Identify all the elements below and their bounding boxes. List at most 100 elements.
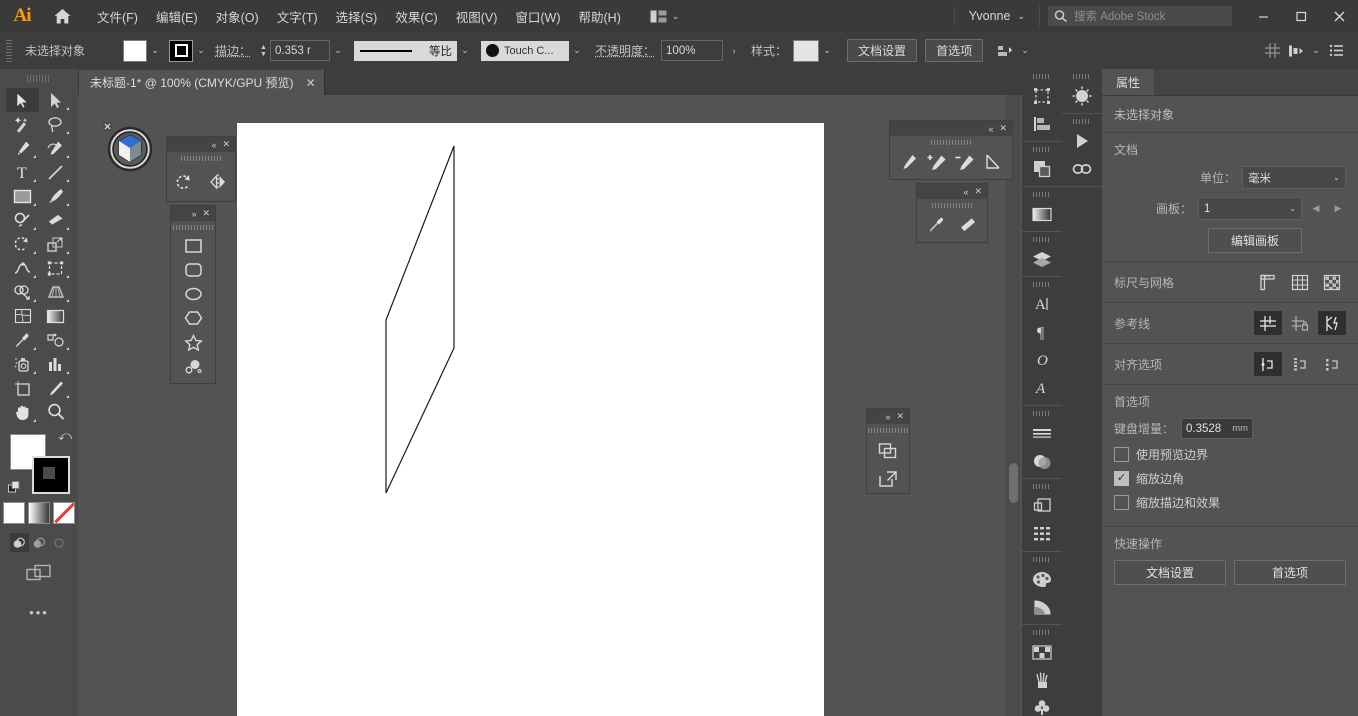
gradient-mode-button[interactable] bbox=[28, 502, 50, 524]
search-input[interactable]: 搜索 Adobe Stock bbox=[1048, 6, 1232, 26]
prev-artboard-button[interactable]: ◀ bbox=[1308, 203, 1324, 214]
free-transform-tool[interactable] bbox=[39, 256, 72, 280]
show-grid-icon[interactable] bbox=[1286, 270, 1314, 294]
slice-tool[interactable] bbox=[39, 376, 72, 400]
3d-cube-widget[interactable] bbox=[103, 122, 153, 172]
rounded-rectangle-shape-button[interactable] bbox=[176, 258, 210, 282]
opacity-options-icon[interactable]: › bbox=[723, 41, 745, 61]
shaper-tool[interactable] bbox=[6, 208, 39, 232]
dock-grip[interactable] bbox=[1033, 627, 1051, 637]
fill-dropdown-caret-icon[interactable]: ⌄ bbox=[147, 41, 163, 61]
align-to-artboard-icon[interactable] bbox=[1318, 352, 1346, 376]
none-mode-button[interactable] bbox=[53, 502, 75, 524]
distribute-caret-icon[interactable]: ⌄ bbox=[1308, 41, 1324, 61]
style-caret-icon[interactable]: ⌄ bbox=[819, 41, 835, 61]
close-icon[interactable]: ✕ bbox=[896, 411, 904, 422]
change-screen-mode-button[interactable] bbox=[0, 564, 78, 583]
menu-type[interactable]: 文字(T) bbox=[268, 1, 327, 32]
appearance-panel-icon[interactable] bbox=[1022, 492, 1062, 520]
brush-definition-select[interactable]: Touch C... bbox=[481, 40, 570, 61]
dock-grip[interactable] bbox=[1073, 71, 1091, 81]
ellipse-shape-button[interactable] bbox=[176, 282, 210, 306]
document-setup-button[interactable]: 文档设置 bbox=[847, 39, 918, 62]
document-tab-close-icon[interactable]: ✕ bbox=[306, 76, 316, 90]
next-artboard-button[interactable]: ▶ bbox=[1330, 203, 1346, 214]
dock-grip[interactable] bbox=[1033, 481, 1051, 491]
home-icon[interactable] bbox=[44, 0, 80, 32]
shape-builder-tool[interactable] bbox=[6, 280, 39, 304]
scale-corners-checkbox[interactable] bbox=[1114, 471, 1129, 486]
artboard-slice-panel[interactable]: » ✕ bbox=[866, 408, 910, 494]
rotate-reflect-panel[interactable]: « ✕ bbox=[166, 136, 236, 202]
transparency-panel-icon[interactable] bbox=[1022, 447, 1062, 475]
panel-drag-handle[interactable] bbox=[890, 136, 1012, 149]
use-preview-bounds-row[interactable]: 使用预览边界 bbox=[1114, 446, 1346, 463]
artboard-button[interactable] bbox=[871, 437, 905, 465]
delete-anchor-point-button[interactable] bbox=[951, 149, 979, 175]
panel-drag-handle[interactable] bbox=[171, 221, 215, 234]
dock-grip[interactable] bbox=[1033, 144, 1051, 154]
brush-caret-icon[interactable]: ⌄ bbox=[569, 41, 585, 61]
curvature-tool[interactable] bbox=[39, 136, 72, 160]
collapse-icon[interactable]: » bbox=[191, 209, 196, 219]
menu-object[interactable]: 对象(O) bbox=[207, 1, 268, 32]
stroke-weight-caret-icon[interactable]: ⌄ bbox=[330, 41, 346, 61]
symbols-panel-icon[interactable] bbox=[1022, 694, 1062, 716]
show-rulers-icon[interactable] bbox=[1254, 270, 1282, 294]
dock-grip[interactable] bbox=[1033, 189, 1051, 199]
artboard[interactable] bbox=[237, 123, 824, 716]
pen-tools-panel[interactable]: « ✕ bbox=[889, 120, 1013, 180]
keyboard-increment-input[interactable]: 0.3528 mm bbox=[1181, 418, 1254, 439]
canvas-vertical-scrollbar[interactable] bbox=[1006, 95, 1020, 716]
direct-selection-tool[interactable] bbox=[39, 88, 72, 112]
draw-inside-button[interactable] bbox=[50, 533, 69, 552]
libraries-panel-icon[interactable] bbox=[1062, 82, 1102, 110]
perspective-grid-tool[interactable] bbox=[39, 280, 72, 304]
blend-tool[interactable] bbox=[39, 328, 72, 352]
transform-grid-icon[interactable] bbox=[1260, 40, 1284, 62]
more-tools-button[interactable]: ••• bbox=[0, 605, 78, 620]
menu-select[interactable]: 选择(S) bbox=[327, 1, 387, 32]
control-bar-grip[interactable] bbox=[4, 39, 14, 62]
gradient-panel-icon[interactable] bbox=[1022, 200, 1062, 228]
panel-title-bar[interactable]: » ✕ bbox=[867, 409, 909, 424]
stroke-weight-label[interactable]: 描边： bbox=[215, 42, 251, 59]
panel-drag-handle[interactable] bbox=[917, 199, 987, 212]
panel-title-bar[interactable]: « ✕ bbox=[890, 121, 1012, 136]
stroke-profile-preview[interactable]: 等比 bbox=[354, 40, 458, 61]
stroke-panel-icon[interactable] bbox=[1022, 419, 1062, 447]
maximize-button[interactable] bbox=[1282, 0, 1320, 32]
brushes-panel-icon[interactable] bbox=[1022, 666, 1062, 694]
measure-button[interactable] bbox=[952, 212, 982, 238]
scale-corners-row[interactable]: 缩放边角 bbox=[1114, 470, 1346, 487]
transform-panel-icon[interactable] bbox=[1022, 82, 1062, 110]
scale-strokes-effects-row[interactable]: 缩放描边和效果 bbox=[1114, 494, 1346, 511]
hand-tool[interactable] bbox=[6, 400, 39, 424]
zoom-tool[interactable] bbox=[39, 400, 72, 424]
lasso-tool[interactable] bbox=[39, 112, 72, 136]
panel-title-bar[interactable]: « ✕ bbox=[167, 137, 235, 152]
stroke-profile-caret-icon[interactable]: ⌄ bbox=[457, 41, 473, 61]
draw-normal-button[interactable] bbox=[9, 533, 29, 552]
collapse-icon[interactable]: « bbox=[211, 140, 216, 150]
quick-preferences-button[interactable]: 首选项 bbox=[1234, 560, 1346, 585]
reflect-button[interactable] bbox=[201, 165, 235, 199]
stroke-color-swatch[interactable] bbox=[32, 456, 70, 494]
menu-effect[interactable]: 效果(C) bbox=[386, 1, 446, 32]
dock-grip[interactable] bbox=[1033, 234, 1051, 244]
align-to-selection-icon[interactable] bbox=[993, 40, 1017, 62]
close-icon[interactable]: ✕ bbox=[999, 123, 1007, 134]
default-fill-stroke-icon[interactable] bbox=[8, 481, 21, 494]
stroke-swatch[interactable] bbox=[169, 39, 193, 62]
close-icon[interactable]: ✕ bbox=[202, 208, 210, 219]
collapse-icon[interactable]: « bbox=[988, 124, 993, 134]
graphic-styles-panel-icon[interactable] bbox=[1022, 520, 1062, 548]
workspace-switcher[interactable]: ⌄ bbox=[646, 6, 684, 27]
actions-panel-icon[interactable] bbox=[1062, 127, 1102, 155]
gradient-tool[interactable] bbox=[39, 304, 72, 328]
rectangle-tool[interactable] bbox=[6, 184, 39, 208]
close-icon[interactable]: ✕ bbox=[974, 186, 982, 197]
scrollbar-thumb[interactable] bbox=[1009, 463, 1018, 503]
layers-panel-icon[interactable] bbox=[1022, 245, 1062, 273]
panel-drag-handle[interactable] bbox=[867, 424, 909, 437]
